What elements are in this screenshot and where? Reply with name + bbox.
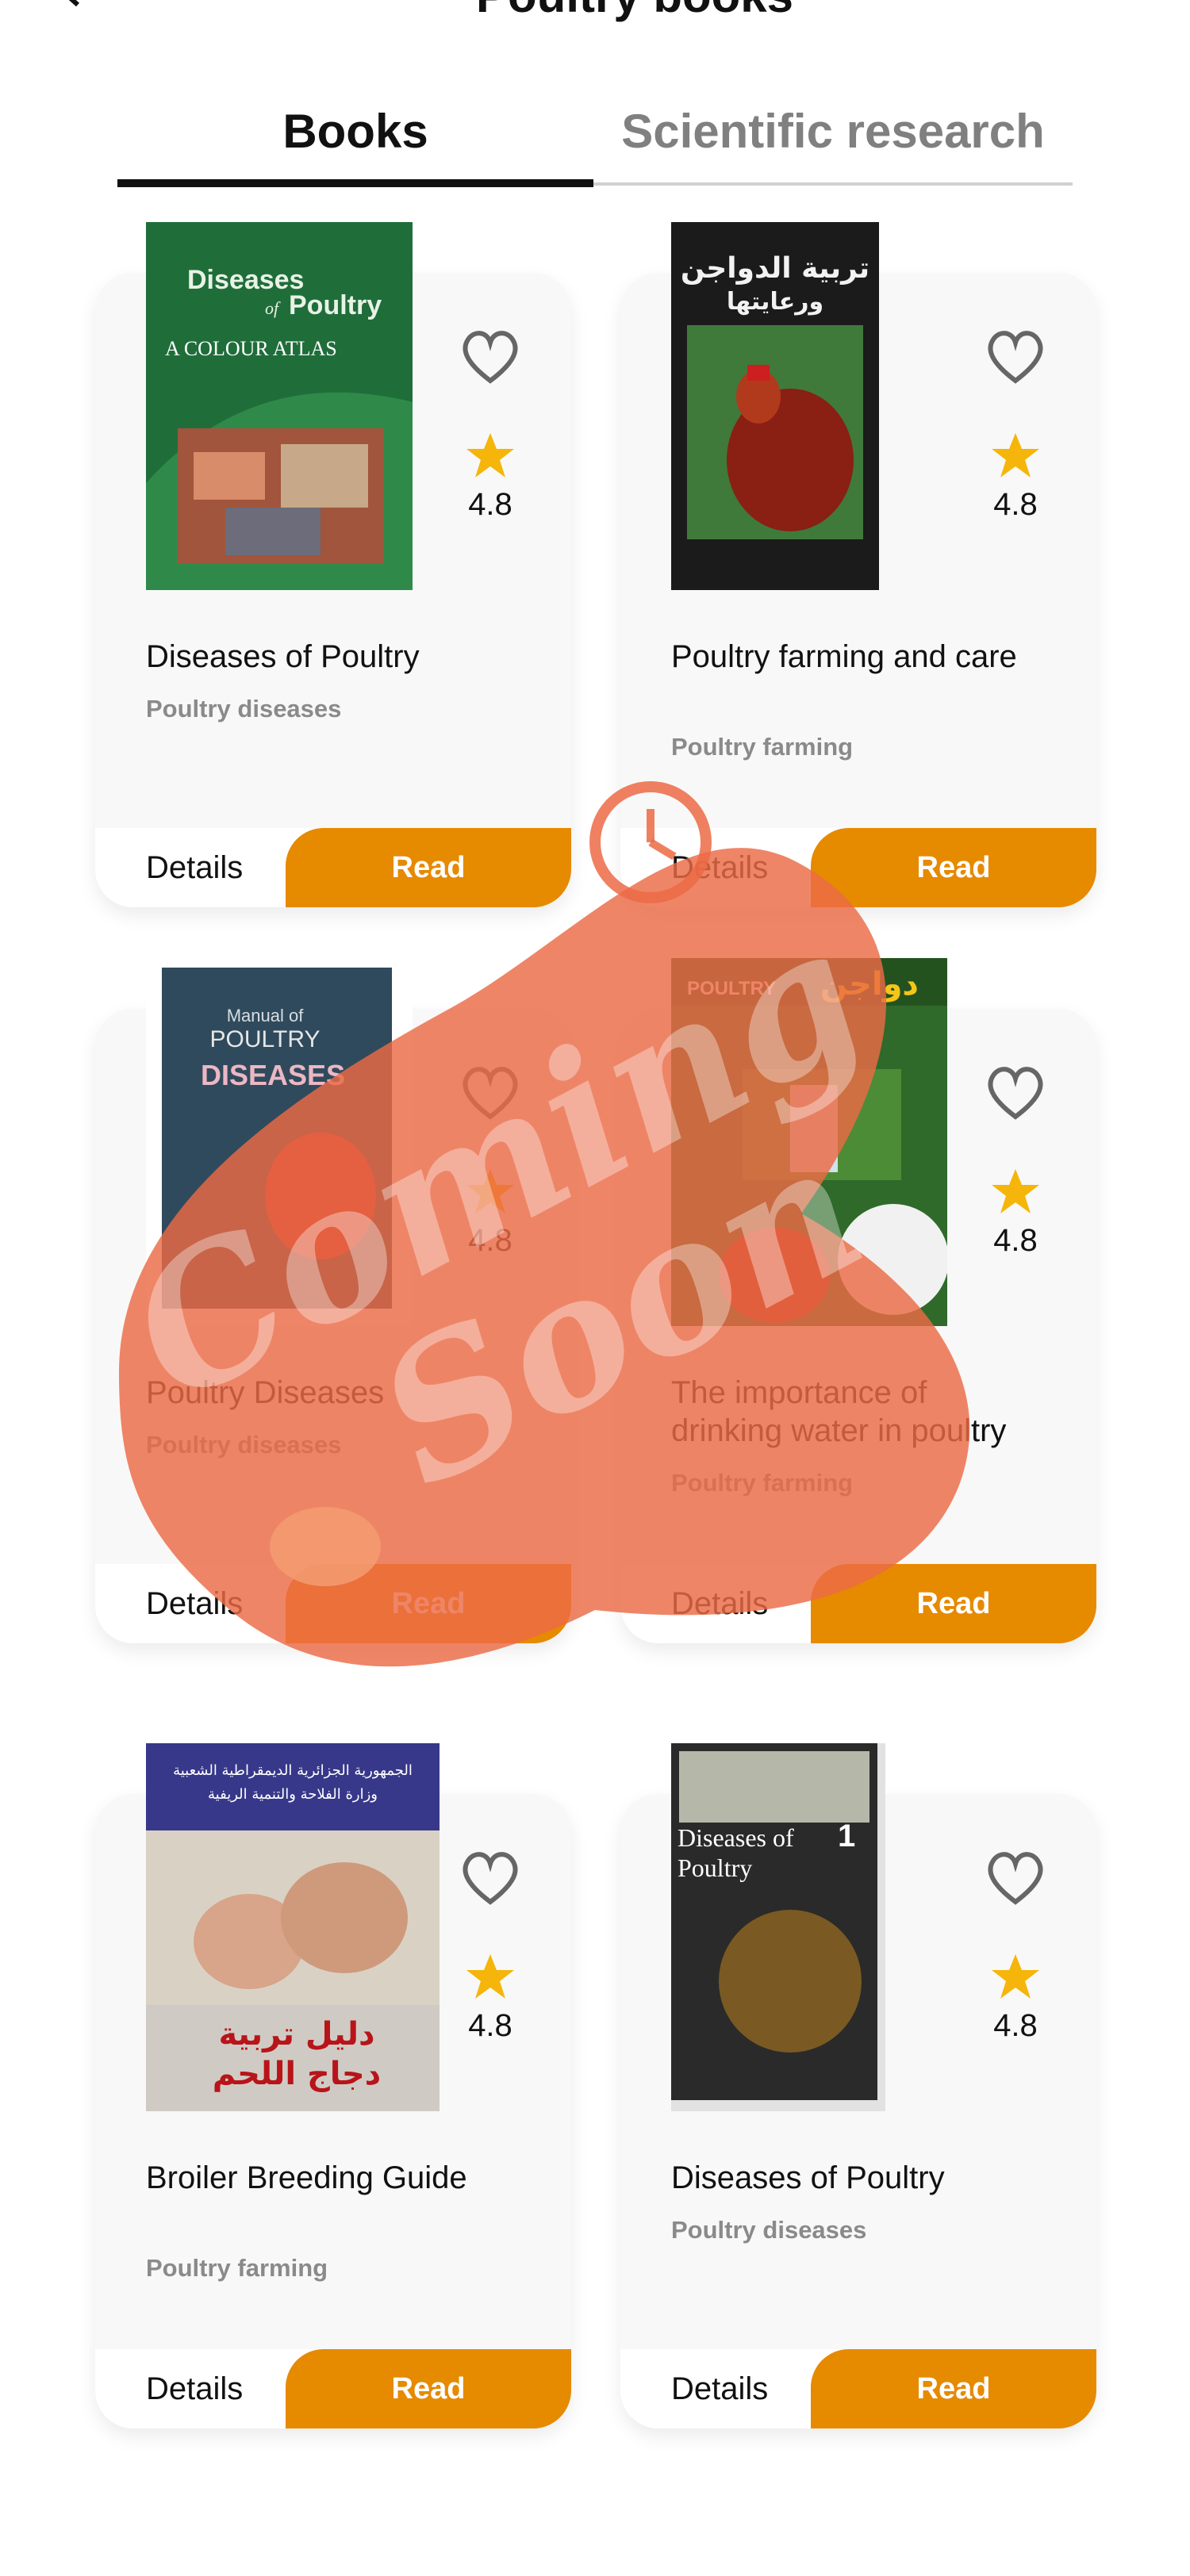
book-title: The importance of drinking water in poul… <box>671 1375 1007 1448</box>
svg-text:POULTRY: POULTRY <box>210 1026 321 1052</box>
rating-value: 4.8 <box>468 2008 512 2043</box>
book-category: Poultry farming <box>671 1469 854 1497</box>
svg-text:1: 1 <box>838 1819 855 1853</box>
heart-outline-icon[interactable] <box>457 1060 524 1126</box>
book-cover: تربية الدواجن ورعايتها <box>671 222 879 590</box>
heart-outline-icon[interactable] <box>457 1845 524 1911</box>
book-card[interactable]: تربية الدواجن ورعايتها 4.8 Poultry farmi… <box>620 222 1096 907</box>
book-category: Poultry diseases <box>671 2216 867 2244</box>
rating-value: 4.8 <box>468 487 512 522</box>
svg-text:الجمهورية الجزائرية الديمقراطي: الجمهورية الجزائرية الديمقراطية الشعبية <box>173 1762 413 1779</box>
star-icon <box>990 1951 1041 2002</box>
tab-scientific-research[interactable]: Scientific research <box>593 79 1073 182</box>
book-card[interactable]: Manual of POULTRY DISEASES 4.8 Poultry D… <box>95 958 571 1643</box>
book-title: Broiler Breeding Guide <box>146 2160 467 2195</box>
book-title: Poultry farming and care <box>671 639 1017 674</box>
heart-outline-icon[interactable] <box>982 1060 1049 1126</box>
book-title: Poultry Diseases <box>146 1375 385 1410</box>
star-icon <box>990 430 1041 481</box>
svg-text:ورعايتها: ورعايتها <box>727 288 823 316</box>
svg-text:Diseases of: Diseases of <box>678 1823 794 1852</box>
tab-books[interactable]: Books <box>117 79 593 182</box>
book-cover: Diseases of Poultry A COLOUR ATLAS <box>146 222 413 590</box>
svg-text:Diseases: Diseases <box>187 265 304 295</box>
svg-text:دليل تربية: دليل تربية <box>218 2016 374 2053</box>
svg-text:Manual of: Manual of <box>227 1006 305 1025</box>
book-category: Poultry diseases <box>146 695 342 723</box>
rating-value: 4.8 <box>993 1223 1038 1258</box>
svg-text:Poultry: Poultry <box>678 1853 752 1882</box>
star-icon <box>465 1951 516 2002</box>
book-card[interactable]: الجمهورية الجزائرية الديمقراطية الشعبية … <box>95 1743 571 2428</box>
tab-active-indicator <box>117 179 593 187</box>
rating-value: 4.8 <box>993 2008 1038 2043</box>
svg-text:Poultry: Poultry <box>289 290 382 320</box>
star-icon <box>465 1166 516 1217</box>
svg-text:دواجن: دواجن <box>820 966 919 1002</box>
rating-value: 4.8 <box>468 1223 512 1258</box>
svg-text:دجاج اللحم: دجاج اللحم <box>213 2056 381 2092</box>
book-card[interactable]: دواجن POULTRY 4.8 The importance of drin… <box>620 958 1096 1643</box>
svg-text:of: of <box>265 298 281 318</box>
svg-text:POULTRY: POULTRY <box>687 978 776 999</box>
book-title: Diseases of Poultry <box>671 2160 945 2195</box>
book-card[interactable]: Diseases of Poultry A COLOUR ATLAS 4.8 D… <box>95 222 571 907</box>
book-cover: دواجن POULTRY <box>671 958 947 1326</box>
read-button[interactable]: Read <box>286 2349 571 2428</box>
rating-value: 4.8 <box>993 487 1038 522</box>
svg-text:تربية الدواجن: تربية الدواجن <box>681 252 869 285</box>
read-button[interactable]: Read <box>811 828 1096 907</box>
book-title: Diseases of Poultry <box>146 639 420 674</box>
book-category: Poultry farming <box>146 2254 328 2282</box>
book-category: Poultry farming <box>671 733 854 761</box>
page-title: Poultry books <box>476 0 793 23</box>
read-button[interactable]: Read <box>286 828 571 907</box>
svg-text:وزارة الفلاحة والتنمية الريفية: وزارة الفلاحة والتنمية الريفية <box>208 1786 378 1803</box>
back-arrow-icon[interactable] <box>56 0 87 8</box>
book-cover: Diseases of Poultry 1 <box>671 1743 885 2111</box>
book-card[interactable]: Diseases of Poultry 1 4.8 Diseases of Po… <box>620 1743 1096 2428</box>
book-category: Poultry diseases <box>146 1431 342 1459</box>
heart-outline-icon[interactable] <box>982 1845 1049 1911</box>
book-cover: Manual of POULTRY DISEASES <box>146 958 413 1326</box>
star-icon <box>465 430 516 481</box>
svg-text:A COLOUR ATLAS: A COLOUR ATLAS <box>165 337 337 360</box>
read-button[interactable]: Read <box>811 2349 1096 2428</box>
heart-outline-icon[interactable] <box>457 324 524 390</box>
read-button[interactable]: Read <box>286 1564 571 1643</box>
book-cover: الجمهورية الجزائرية الديمقراطية الشعبية … <box>146 1743 440 2111</box>
heart-outline-icon[interactable] <box>982 324 1049 390</box>
top-bar: Poultry books <box>0 0 1190 24</box>
tab-bar: Books Scientific research <box>117 79 1073 189</box>
star-icon <box>990 1166 1041 1217</box>
read-button[interactable]: Read <box>811 1564 1096 1643</box>
svg-text:DISEASES: DISEASES <box>201 1059 345 1091</box>
tab-divider <box>593 182 1073 186</box>
